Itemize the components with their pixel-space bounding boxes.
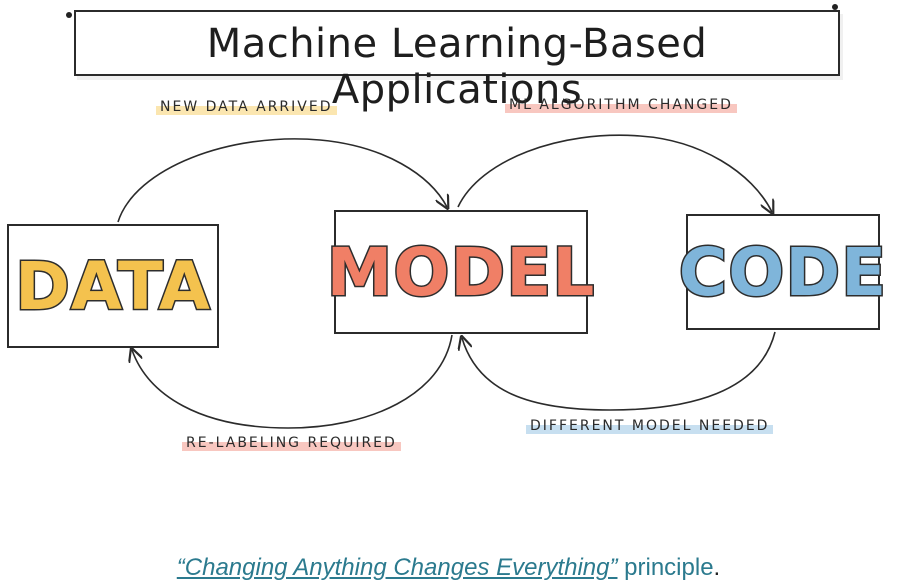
data-box-label: DATA [14, 246, 212, 326]
arrow-model-to-data [132, 334, 453, 429]
edge-label-new-data-arrived: NEW DATA ARRIVED [156, 98, 337, 116]
caption-link[interactable]: “Changing Anything Changes Everything” [177, 554, 618, 581]
arrow-model-to-code [457, 134, 772, 212]
model-box-label: MODEL [325, 232, 596, 312]
edge-label-different-model-needed: DIFFERENT MODEL NEEDED [526, 417, 774, 435]
code-box-label: CODE [677, 232, 888, 312]
caption-period: . [713, 554, 721, 581]
model-box: MODEL [325, 210, 596, 334]
edge-label-re-labeling-required: RE-LABELING REQUIRED [182, 434, 401, 452]
edge-label-ml-algorithm-changed: ML ALGORITHM CHANGED [505, 96, 737, 114]
arrow-code-to-model [462, 331, 776, 411]
code-box: CODE [677, 214, 888, 330]
data-box: DATA [7, 224, 219, 348]
caption-quote: “Changing Anything Changes Everything” [176, 554, 618, 581]
caption: “Changing Anything Changes Everything” p… [0, 554, 897, 582]
caption-word: principle [624, 554, 714, 581]
